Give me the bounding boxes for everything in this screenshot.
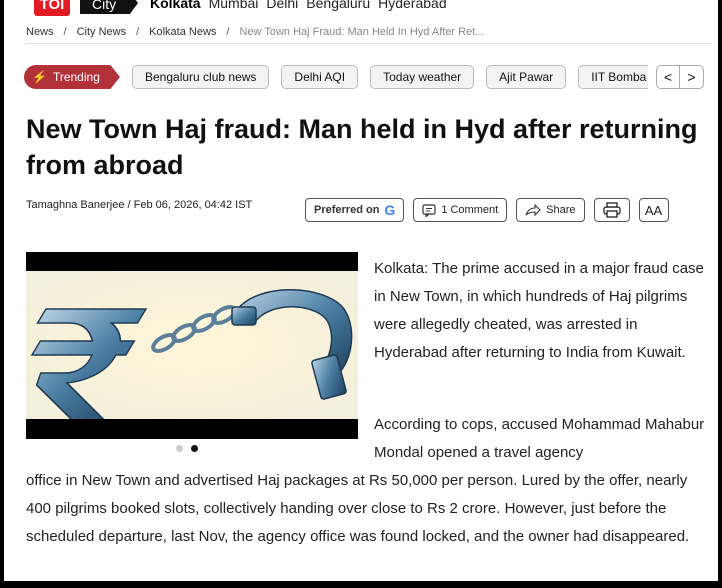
trending-text: Trending	[52, 70, 100, 84]
top-nav: TOI City Kolkata Mumbai Delhi Bengaluru …	[4, 0, 718, 16]
breadcrumb-news[interactable]: News	[26, 26, 54, 38]
trending-chip[interactable]: Delhi AQI	[281, 65, 359, 89]
comment-button[interactable]: 1 Comment	[413, 198, 508, 222]
city-link-kolkata[interactable]: Kolkata	[150, 0, 201, 11]
carousel-dot-active[interactable]	[191, 445, 198, 452]
share-label: Share	[546, 204, 576, 216]
preferred-on-google-button[interactable]: Preferred on G	[305, 198, 405, 222]
rupee-handcuff-illustration	[26, 271, 358, 419]
breadcrumb-separator: /	[63, 26, 67, 38]
trending-label: ⚡ Trending	[24, 65, 120, 89]
breadcrumb: News / City News / Kolkata News / New To…	[26, 26, 484, 38]
article-actions: Preferred on G 1 Comment Share AA	[305, 198, 669, 222]
carousel-dot[interactable]	[176, 445, 183, 452]
share-button[interactable]: Share	[516, 198, 585, 222]
carousel-indicators	[176, 445, 198, 452]
trending-bar: ⚡ Trending Bengaluru club news Delhi AQI…	[24, 65, 649, 89]
comment-count: 1 Comment	[441, 204, 499, 216]
city-link-hyderabad[interactable]: Hyderabad	[378, 0, 447, 11]
flame-icon: ⚡	[32, 70, 47, 84]
city-link-mumbai[interactable]: Mumbai	[209, 0, 259, 11]
trending-chip[interactable]: Ajit Pawar	[486, 65, 567, 89]
city-link-delhi[interactable]: Delhi	[266, 0, 298, 11]
chevron-left-icon[interactable]: <	[657, 66, 680, 88]
divider	[26, 43, 712, 44]
trending-scroll-controls: < >	[656, 65, 704, 89]
city-links: Kolkata Mumbai Delhi Bengaluru Hyderabad	[150, 0, 447, 11]
print-icon	[602, 202, 621, 218]
city-link-bengaluru[interactable]: Bengaluru	[306, 0, 370, 11]
share-icon	[525, 204, 541, 216]
breadcrumb-kolkata-news[interactable]: Kolkata News	[149, 26, 216, 38]
article-paragraph: Kolkata: The prime accused in a major fr…	[374, 260, 704, 361]
byline: Tamaghna Banerjee / Feb 06, 2026, 04:42 …	[26, 199, 253, 211]
comment-icon	[422, 203, 436, 217]
article-paragraph: According to cops, accused Mohammad Maha…	[374, 416, 705, 461]
article-paragraph-continued: office in New Town and advertised Haj pa…	[26, 472, 690, 545]
breadcrumb-separator: /	[226, 26, 230, 38]
print-button[interactable]	[593, 198, 630, 222]
font-size-button[interactable]: AA	[638, 198, 669, 222]
chevron-right-icon[interactable]: >	[680, 66, 703, 88]
trending-chip[interactable]: Bengaluru club news	[132, 65, 270, 89]
article-headline: New Town Haj fraud: Man held in Hyd afte…	[26, 114, 698, 180]
breadcrumb-separator: /	[136, 26, 140, 38]
trending-chip[interactable]: Today weather	[370, 65, 475, 89]
breadcrumb-current: New Town Haj Fraud: Man Held In Hyd Afte…	[239, 26, 485, 38]
city-section-tab[interactable]: City	[80, 0, 138, 14]
breadcrumb-city-news[interactable]: City News	[77, 26, 127, 38]
toi-logo[interactable]: TOI	[34, 0, 70, 16]
google-icon: G	[384, 202, 396, 218]
article-image[interactable]	[26, 252, 358, 439]
trending-chip[interactable]: IIT Bomba	[578, 65, 649, 89]
preferred-label: Preferred on	[314, 204, 380, 216]
page: TOI City Kolkata Mumbai Delhi Bengaluru …	[4, 0, 718, 584]
